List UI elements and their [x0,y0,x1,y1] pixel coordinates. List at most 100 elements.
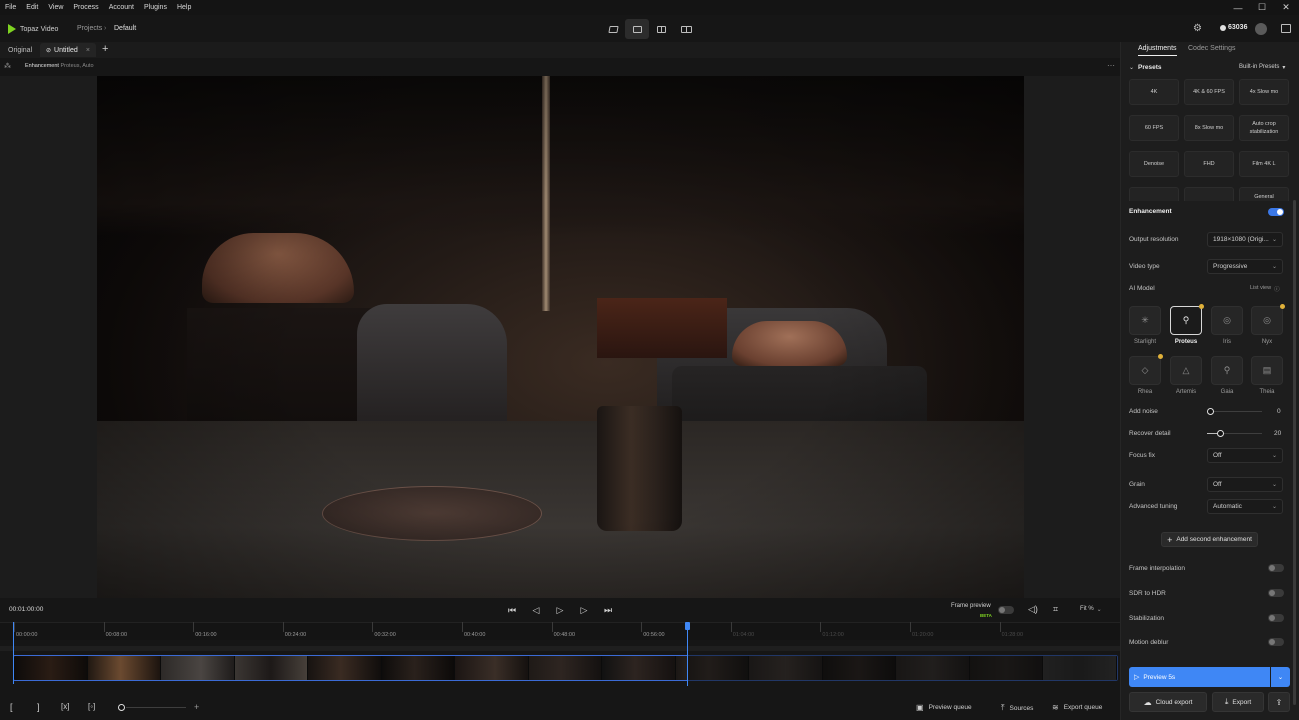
focus-fix-dropdown[interactable]: Off ⌄ [1207,448,1283,463]
menu-plugins[interactable]: Plugins [139,4,172,11]
timeline-zoom-track[interactable] [126,707,186,708]
trim-icon[interactable]: [x] [61,702,69,711]
set-in-point-icon[interactable]: [ [10,702,13,712]
menu-edit[interactable]: Edit [21,4,43,11]
menu-view[interactable]: View [43,4,68,11]
skip-to-start-icon[interactable]: ⏮ [505,604,519,616]
breadcrumb-projects[interactable]: Projects [77,25,102,32]
clear-range-icon[interactable]: [◦] [88,702,95,711]
model-theia-button[interactable]: ▤ [1251,356,1283,385]
side-by-side-button[interactable] [674,19,698,39]
step-forward-icon[interactable]: ▷ [577,604,591,616]
model-rhea-button[interactable]: ◇ [1129,356,1161,385]
playhead-handle[interactable] [685,622,691,630]
preview-queue-button[interactable]: ▣ Preview queue [916,703,972,712]
model-nyx-label: Nyx [1261,339,1273,345]
playhead[interactable] [687,623,689,686]
preset-general[interactable]: General [1239,187,1289,201]
motion-deblur-toggle[interactable] [1268,638,1284,646]
frame-preview-toggle[interactable] [998,606,1014,614]
stabilization-toggle[interactable] [1268,614,1284,622]
zoom-in-icon[interactable]: + [194,702,199,712]
video-frame[interactable] [97,76,1024,598]
preview-options-button[interactable]: ⌄ [1271,667,1290,687]
video-type-dropdown[interactable]: Progressive ⌄ [1207,259,1283,274]
tab-codec-settings[interactable]: Codec Settings [1188,45,1235,52]
crop-view-button[interactable] [601,19,625,39]
add-noise-knob[interactable] [1207,408,1214,415]
export-button[interactable]: ⤓ Export [1212,692,1264,712]
minimize-icon[interactable]: — [1226,0,1250,15]
export-queue-button[interactable]: ≋ Export queue [1052,703,1102,712]
panel-scrollbar[interactable] [1293,200,1296,705]
list-view-button[interactable]: List view ⓘ [1250,285,1280,293]
preset-auto-crop[interactable]: Auto crop stabilization [1239,115,1289,141]
step-back-icon[interactable]: ◁ [529,604,543,616]
sdr-to-hdr-toggle[interactable] [1268,589,1284,597]
tab-original[interactable]: Original [2,43,38,57]
single-view-button[interactable] [625,19,649,39]
close-tab-icon[interactable]: × [86,47,90,54]
maximize-icon[interactable]: ☐ [1250,0,1274,15]
zoom-fit-dropdown[interactable]: Fit % ⌄ [1080,606,1102,613]
sources-button[interactable]: ⤒ Sources [1001,703,1033,713]
in-point-marker[interactable] [13,622,14,684]
track-thumbnail [14,656,88,680]
advanced-tuning-dropdown[interactable]: Automatic ⌄ [1207,499,1283,514]
credits-badge[interactable]: 63036 [1220,24,1247,31]
menu-help[interactable]: Help [172,4,196,11]
skip-to-end-icon[interactable]: ⏭ [601,604,615,616]
tab-adjustments[interactable]: Adjustments [1138,45,1177,56]
split-view-button[interactable] [649,19,673,39]
enhancement-toggle[interactable] [1268,208,1284,216]
tab-untitled[interactable]: ⊘ Untitled × [40,43,96,57]
preset-4x-slow-mo[interactable]: 4x Slow mo [1239,79,1289,105]
preset-film-4k[interactable]: Film 4K L [1239,151,1289,177]
close-icon[interactable]: ✕ [1274,0,1298,15]
presets-dropdown[interactable]: Built-in Presets ▾ [1239,64,1285,71]
timeline-zoom-knob[interactable] [118,704,125,711]
preset-partial[interactable] [1129,187,1179,201]
preset-denoise[interactable]: Denoise [1129,151,1179,177]
output-resolution-dropdown[interactable]: 1918×1080 (Origi... ⌄ [1207,232,1283,247]
avatar[interactable] [1255,23,1267,35]
add-second-enhancement-button[interactable]: + Add second enhancement [1161,532,1258,547]
volume-icon[interactable]: ◁) [1028,604,1038,615]
menu-account[interactable]: Account [104,4,139,11]
zoom-fit-label: Fit % [1080,606,1094,612]
menu-process[interactable]: Process [68,4,103,11]
focus-fix-label: Focus fix [1129,452,1156,459]
frame-interpolation-toggle[interactable] [1268,564,1284,572]
model-artemis-button[interactable]: △ [1170,356,1202,385]
gear-icon[interactable]: ⚙ [1193,23,1202,34]
preset-4k[interactable]: 4K [1129,79,1179,105]
preset-8x-slow-mo[interactable]: 8x Slow mo [1184,115,1234,141]
advanced-tuning-label: Advanced tuning [1129,503,1178,510]
add-tab-icon[interactable]: + [102,43,108,55]
menu-file[interactable]: File [0,4,21,11]
model-gaia-button[interactable]: ⚲ [1211,356,1243,385]
preset-fhd[interactable]: FHD [1184,151,1234,177]
grain-dropdown[interactable]: Off ⌄ [1207,477,1283,492]
preset-60fps[interactable]: 60 FPS [1129,115,1179,141]
ruler-label: 00:48:00 [553,632,576,638]
model-starlight-button[interactable]: ✳ [1129,306,1161,335]
crop-icon[interactable]: ⌗ [1053,604,1058,615]
model-nyx-button[interactable]: ◎ [1251,306,1283,335]
coin-icon [1220,24,1226,31]
model-iris-button[interactable]: ◎ [1211,306,1243,335]
model-proteus-button[interactable]: ⚲ [1170,306,1202,335]
preset-4k-60fps[interactable]: 4K & 60 FPS [1184,79,1234,105]
add-noise-track[interactable] [1210,411,1262,412]
cloud-export-button[interactable]: ☁ Cloud export [1129,692,1207,712]
preset-partial[interactable] [1184,187,1234,201]
chevron-down-icon[interactable]: ⌄ [1129,64,1134,71]
more-options-icon[interactable]: ⋯ [1107,61,1115,70]
enhancement-info-detail: Proteus, Auto [60,63,94,69]
timeline-scroll-lane[interactable] [0,646,1120,651]
panel-toggle-icon[interactable] [1281,24,1291,33]
play-icon[interactable]: ▷ [553,604,567,616]
preview-button[interactable]: ▷ Preview 5s [1129,667,1270,687]
set-out-point-icon[interactable]: ] [37,702,40,712]
share-button[interactable]: ⇪ [1268,692,1290,712]
